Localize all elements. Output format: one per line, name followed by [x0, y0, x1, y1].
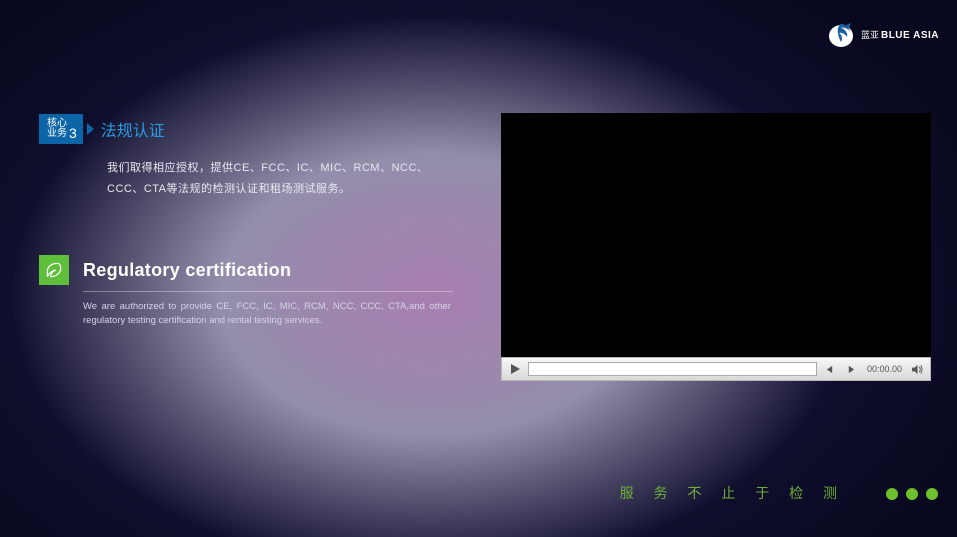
- badge-label: 核心 业务: [47, 119, 67, 140]
- section-badge: 核心 业务 3: [39, 114, 83, 144]
- chinese-section: 核心 业务 3 法规认证 我们取得相应授权，提供CE、FCC、IC、MIC、RC…: [39, 114, 469, 200]
- dot-2[interactable]: [906, 488, 918, 500]
- chinese-description: 我们取得相应授权，提供CE、FCC、IC、MIC、RCM、NCC、CCC、CTA…: [107, 158, 447, 200]
- video-player: 00:00.00: [501, 113, 931, 381]
- badge-number: 3: [69, 125, 77, 142]
- chinese-header: 核心 业务 3 法规认证: [39, 114, 469, 144]
- pagination-dots: [886, 488, 938, 500]
- english-title: Regulatory certification: [83, 260, 291, 281]
- dot-1[interactable]: [886, 488, 898, 500]
- prev-button[interactable]: [821, 360, 839, 378]
- logo-en: BLUE ASIA: [881, 30, 939, 41]
- progress-bar[interactable]: [528, 362, 817, 376]
- english-header: Regulatory certification: [39, 255, 459, 285]
- logo-icon: [827, 20, 855, 48]
- english-description: We are authorized to provide CE, FCC, IC…: [83, 300, 451, 329]
- chinese-title: 法规认证: [91, 114, 165, 144]
- video-controls: 00:00.00: [501, 357, 931, 381]
- next-button[interactable]: [843, 360, 861, 378]
- logo-cn: 蓝亚: [861, 28, 879, 41]
- volume-button[interactable]: [908, 360, 926, 378]
- brand-logo: 蓝亚 BLUE ASIA: [827, 20, 939, 48]
- video-screen[interactable]: [501, 113, 931, 357]
- play-button[interactable]: [506, 360, 524, 378]
- footer-slogan: 服 务 不 止 于 检 测: [620, 483, 845, 503]
- video-time: 00:00.00: [865, 364, 904, 374]
- leaf-icon: [39, 255, 69, 285]
- divider: [83, 291, 453, 292]
- logo-text: 蓝亚 BLUE ASIA: [861, 28, 939, 41]
- dot-3[interactable]: [926, 488, 938, 500]
- english-section: Regulatory certification We are authoriz…: [39, 255, 459, 329]
